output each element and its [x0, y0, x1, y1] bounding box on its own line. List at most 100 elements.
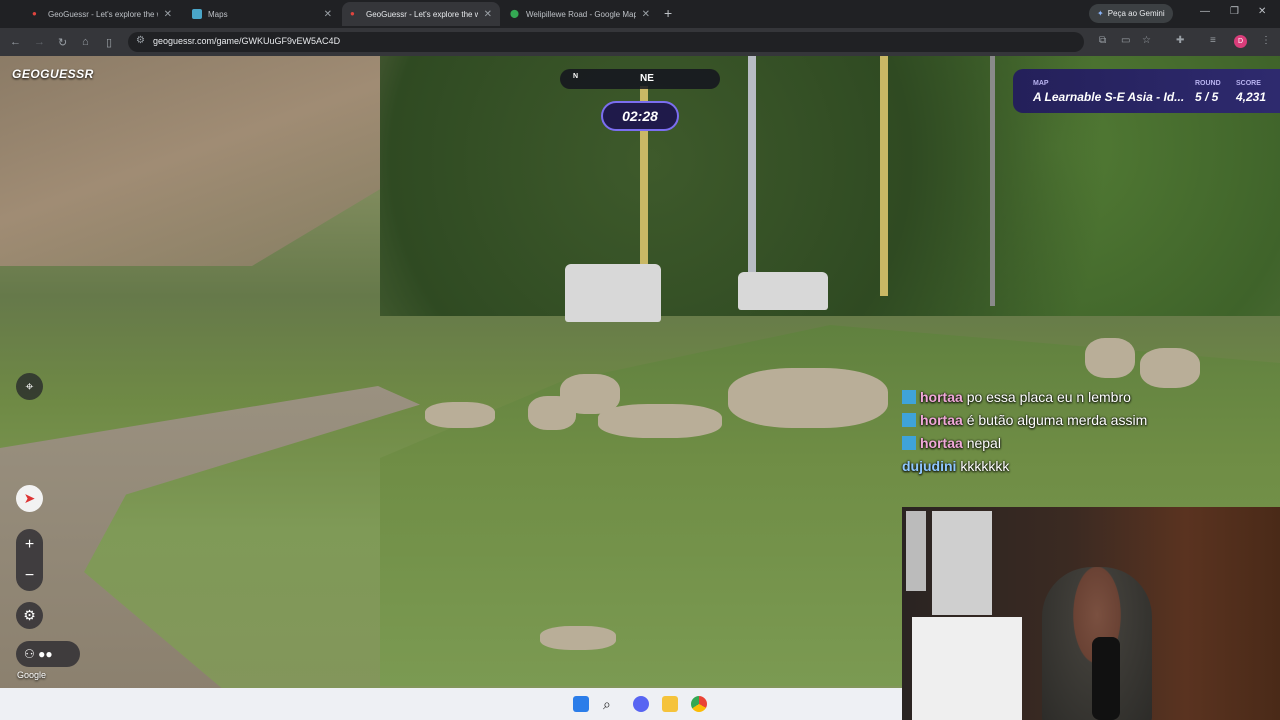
bookmark-star-icon[interactable]: ☆	[1142, 35, 1151, 46]
rock	[425, 402, 495, 428]
chat-username: dujudini	[902, 458, 957, 474]
geoguessr-logo[interactable]: GEOGUESSR	[12, 67, 94, 81]
media-icon[interactable]: ≡	[1210, 35, 1216, 46]
forward-icon[interactable]: →	[34, 36, 45, 48]
rock	[540, 626, 616, 650]
gear-icon: ⚙	[23, 607, 36, 623]
microphone	[1092, 637, 1120, 720]
stream-chat: hortaa po essa placa eu n lembro hortaa …	[902, 388, 1162, 480]
close-window-icon[interactable]: ✕	[1258, 6, 1266, 17]
tab-title: Maps	[208, 9, 228, 19]
tab-strip: ● GeoGuessr - Let's explore the w ✕ Maps…	[0, 0, 1280, 28]
search-icon[interactable]: ⌕	[603, 696, 619, 712]
gemini-label: Peça ao Gemini	[1107, 9, 1165, 18]
chat-badge-icon	[902, 436, 916, 450]
file-explorer-icon[interactable]	[662, 696, 678, 712]
chat-text: nepal	[966, 435, 1001, 451]
tab-maps[interactable]: Maps ✕	[184, 2, 340, 26]
url-text[interactable]: geoguessr.com/game/GWKUuGF9vEW5AC4D	[153, 36, 340, 46]
chat-badge-icon	[902, 413, 916, 427]
round-label: ROUND	[1195, 80, 1221, 87]
geoguessr-favicon-icon: ●	[32, 9, 37, 18]
parked-car	[565, 264, 661, 322]
discord-icon[interactable]	[633, 696, 649, 712]
map-label: MAP	[1033, 80, 1049, 87]
chat-message: hortaa po essa placa eu n lembro	[902, 388, 1162, 406]
rock	[1085, 338, 1135, 378]
windows-start-icon[interactable]	[573, 696, 589, 712]
compass-heading: NE	[640, 73, 654, 84]
chat-text: kkkkkkk	[960, 458, 1010, 474]
tab-title: GeoGuessr - Let's explore the w	[48, 9, 158, 19]
chat-badge-icon	[902, 390, 916, 404]
prayer-flag-pole	[990, 56, 995, 306]
site-info-icon[interactable]: ⚙	[136, 35, 145, 46]
close-icon[interactable]: ✕	[164, 9, 172, 20]
chat-username: hortaa	[920, 412, 963, 428]
compass-button[interactable]: ➤	[16, 485, 43, 512]
tab-geoguessr-1[interactable]: ● GeoGuessr - Let's explore the w ✕	[24, 2, 180, 26]
prayer-flag-pole	[880, 56, 888, 296]
tab-geoguessr-active[interactable]: ● GeoGuessr - Let's explore the w ✕	[342, 2, 500, 26]
wall-art	[912, 617, 1022, 720]
translate-icon[interactable]: ⧉	[1099, 35, 1106, 46]
cast-icon[interactable]: ▭	[1121, 35, 1130, 46]
sidebar-icon[interactable]: ▯	[106, 36, 112, 49]
chat-message: hortaa é butão alguma merda assim	[902, 411, 1162, 429]
menu-icon[interactable]: ⋮	[1261, 35, 1271, 46]
google-attribution: Google	[17, 670, 47, 680]
maps-favicon-icon	[192, 9, 202, 19]
zoom-out-button[interactable]: −	[16, 560, 43, 591]
wall-poster	[906, 511, 926, 591]
back-icon[interactable]: ←	[10, 36, 21, 48]
webcam-overlay	[902, 507, 1280, 720]
new-tab-button[interactable]: +	[664, 5, 672, 21]
close-icon[interactable]: ✕	[642, 9, 650, 20]
players-button[interactable]: ⚇ ●●	[16, 641, 80, 667]
prayer-flag-pole	[748, 56, 756, 306]
round-value: 5 / 5	[1195, 90, 1219, 104]
rock	[728, 368, 888, 428]
settings-button[interactable]: ⚙	[16, 602, 43, 629]
parked-car	[738, 272, 828, 310]
chat-text: é butão alguma merda assim	[966, 412, 1148, 428]
map-name: A Learnable S-E Asia - Id...	[1033, 90, 1185, 104]
gemini-button[interactable]: ✦ Peça ao Gemini	[1089, 4, 1173, 23]
close-icon[interactable]: ✕	[324, 9, 332, 20]
minimize-icon[interactable]: —	[1200, 6, 1210, 17]
zoom-in-button[interactable]: +	[16, 529, 43, 560]
chat-username: hortaa	[920, 435, 963, 451]
compass-needle-icon: ➤	[23, 490, 36, 506]
rock	[1140, 348, 1200, 388]
profile-avatar[interactable]: D	[1234, 35, 1247, 48]
location-pin-icon: ⌖	[25, 378, 34, 394]
chat-username: hortaa	[920, 389, 963, 405]
round-timer: 02:28	[601, 101, 679, 131]
compass-north: N	[573, 73, 579, 80]
close-icon[interactable]: ✕	[484, 9, 492, 20]
zoom-controls: + −	[16, 529, 43, 591]
game-status-panel: MAP A Learnable S-E Asia - Id... ROUND 5…	[1013, 69, 1280, 113]
home-icon[interactable]: ⌂	[82, 36, 89, 48]
rock	[598, 404, 722, 438]
people-icon: ⚇ ●●	[24, 647, 53, 661]
gemini-icon: ✦	[1097, 9, 1104, 18]
chat-message: dujudini kkkkkkk	[902, 457, 1162, 475]
tab-google-maps[interactable]: ⬤ Welipillewe Road - Google Map ✕	[502, 2, 658, 26]
windows-taskbar	[0, 688, 902, 720]
wall-poster	[932, 511, 992, 615]
restore-icon[interactable]: ❐	[1230, 6, 1239, 17]
rock	[560, 374, 620, 414]
chrome-icon[interactable]	[691, 696, 707, 712]
reload-icon[interactable]: ↻	[58, 36, 67, 49]
return-to-start-button[interactable]: ⌖	[16, 373, 43, 400]
chat-text: po essa placa eu n lembro	[966, 389, 1131, 405]
geoguessr-favicon-icon: ●	[350, 9, 355, 18]
score-label: SCORE	[1236, 80, 1261, 87]
chat-message: hortaa nepal	[902, 434, 1162, 452]
google-maps-favicon-icon: ⬤	[510, 9, 519, 18]
score-value: 4,231	[1236, 90, 1267, 104]
extensions-icon[interactable]: ✚	[1176, 35, 1184, 46]
tab-title: Welipillewe Road - Google Map	[526, 9, 636, 19]
compass-bar: N NE	[560, 69, 720, 89]
